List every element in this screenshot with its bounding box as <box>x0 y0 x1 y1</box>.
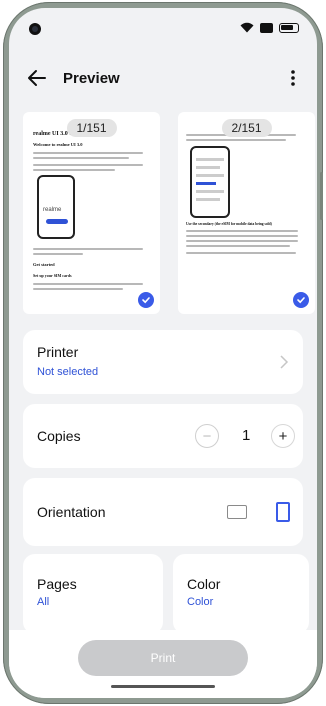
orientation-card: Orientation <box>23 478 303 546</box>
doc-line <box>186 240 298 242</box>
doc-phone-screenshot <box>190 146 230 218</box>
screen: Preview realme UI 3.0 user manual Welcom… <box>9 8 317 698</box>
landscape-orientation-icon[interactable] <box>227 505 247 519</box>
pages-label: Pages <box>37 576 77 592</box>
page-title: Preview <box>63 70 120 87</box>
decrement-button[interactable]: − <box>195 424 219 448</box>
doc-line <box>186 245 290 247</box>
phone-frame: Preview realme UI 3.0 user manual Welcom… <box>3 2 323 704</box>
back-arrow-icon[interactable] <box>25 66 49 90</box>
printer-card[interactable]: Printer Not selected <box>23 330 303 394</box>
doc-phone-image: realme <box>37 175 75 239</box>
copies-value: 1 <box>242 427 251 444</box>
doc-line <box>33 169 115 171</box>
status-icons <box>240 22 299 33</box>
bottom-action-bar: Print <box>9 630 317 698</box>
sim-icon <box>260 22 273 33</box>
printer-value: Not selected <box>37 366 99 378</box>
pages-value: All <box>37 596 50 608</box>
selected-check-icon[interactable] <box>293 292 309 308</box>
home-indicator[interactable] <box>111 685 215 688</box>
copies-label: Copies <box>37 428 81 444</box>
printer-label: Printer <box>37 344 79 360</box>
selected-check-icon[interactable] <box>138 292 154 308</box>
status-bar <box>9 8 317 42</box>
doc-line <box>186 252 296 254</box>
doc-subsection: Set up your SIM cards <box>33 273 72 278</box>
battery-icon <box>279 22 299 33</box>
doc-line <box>186 235 298 237</box>
doc-line <box>33 157 129 159</box>
print-button[interactable]: Print <box>78 640 248 676</box>
color-label: Color <box>187 576 221 592</box>
front-camera <box>29 23 41 35</box>
doc-subheading: Welcome to realme UI 3.0 <box>33 142 83 147</box>
doc-phone-label: realme <box>43 207 62 213</box>
page-preview-2[interactable]: Use the secondary (the eSIM for mobile d… <box>178 112 315 314</box>
doc-section: Use the secondary (the eSIM for mobile d… <box>186 222 272 226</box>
doc-line <box>186 230 298 232</box>
page-number-badge: 1/151 <box>66 119 117 137</box>
pages-card[interactable]: Pages All <box>23 554 163 634</box>
side-button <box>320 172 323 220</box>
doc-line <box>186 139 286 141</box>
doc-line <box>33 152 143 154</box>
copies-card: Copies − 1 + <box>23 404 303 468</box>
page-number-badge: 2/151 <box>221 119 272 137</box>
doc-line <box>33 164 143 166</box>
doc-line <box>33 283 143 285</box>
doc-line <box>33 288 123 290</box>
chevron-right-icon <box>280 355 289 369</box>
preview-row: realme UI 3.0 user manual Welcome to rea… <box>23 112 315 314</box>
app-bar: Preview <box>9 60 317 96</box>
doc-section: Get started <box>33 262 55 267</box>
color-value: Color <box>187 596 214 608</box>
orientation-label: Orientation <box>37 504 106 520</box>
portrait-orientation-icon[interactable] <box>276 502 290 522</box>
increment-button[interactable]: + <box>271 424 295 448</box>
doc-line <box>33 253 83 255</box>
page-preview-1[interactable]: realme UI 3.0 user manual Welcome to rea… <box>23 112 160 314</box>
doc-line <box>33 248 143 250</box>
more-vertical-icon[interactable] <box>283 68 303 88</box>
wifi-icon <box>240 22 254 33</box>
color-card[interactable]: Color Color <box>173 554 309 634</box>
